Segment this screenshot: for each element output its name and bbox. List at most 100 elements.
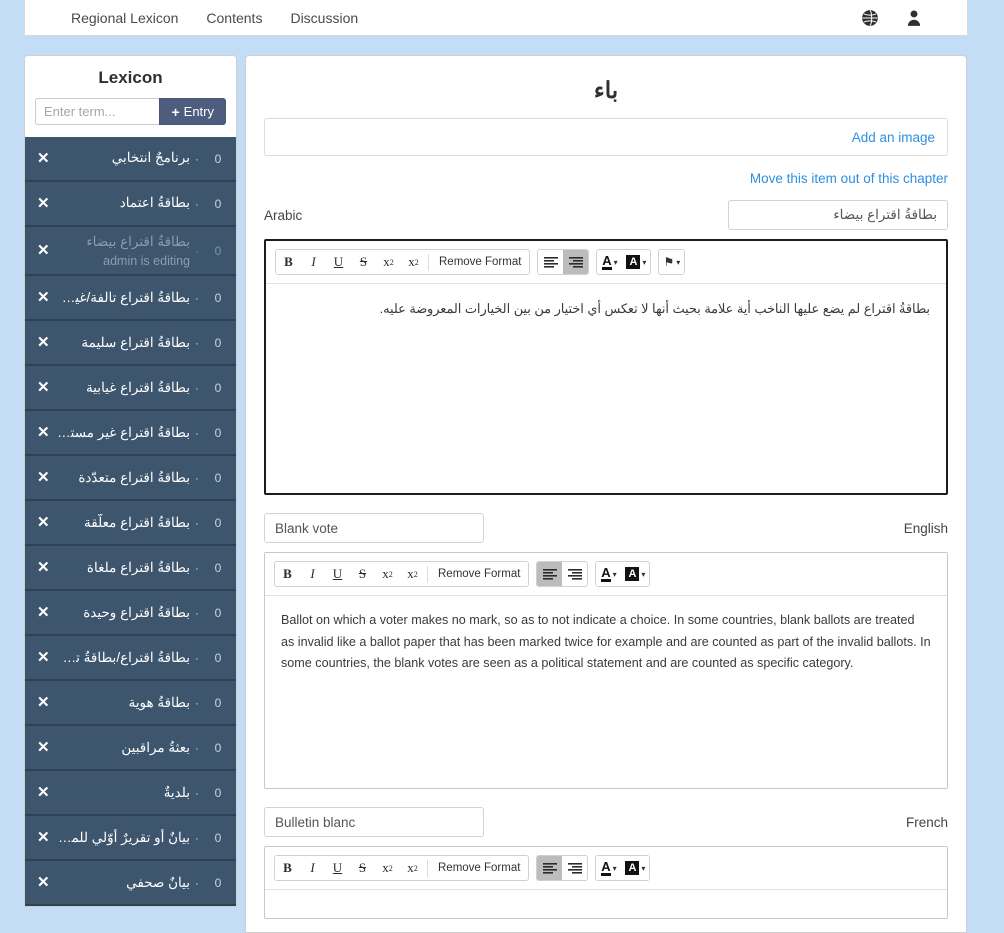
bold-button[interactable]: B bbox=[275, 562, 300, 586]
close-icon[interactable]: ✕ bbox=[37, 560, 51, 575]
add-image-link[interactable]: Add an image bbox=[852, 130, 935, 145]
align-left-button[interactable] bbox=[537, 562, 563, 586]
superscript-button[interactable]: x2 bbox=[400, 856, 425, 880]
list-item[interactable]: ✕ بطاقةُ اقتراع متعدّدة · 0 bbox=[25, 456, 236, 502]
italic-button[interactable]: I bbox=[301, 250, 326, 274]
list-item-label: بطاقةُ اعتماد bbox=[119, 195, 190, 211]
subscript-button[interactable]: x2 bbox=[375, 856, 400, 880]
background-color-letter: A bbox=[625, 567, 640, 581]
align-right-button[interactable] bbox=[563, 250, 589, 274]
list-item-count: 0 bbox=[214, 875, 222, 890]
background-color-button[interactable]: A ▾ bbox=[621, 856, 650, 880]
italic-button[interactable]: I bbox=[300, 562, 325, 586]
editor-content-area[interactable] bbox=[265, 890, 947, 918]
list-item[interactable]: ✕ بيانٌ أو تقريرٌ أوّلي للمرا... · 0 bbox=[25, 816, 236, 862]
list-item[interactable]: ✕ بطاقةُ اقتراع بيضاء admin is editing · 0 bbox=[25, 227, 236, 277]
move-item-link[interactable]: Move this item out of this chapter bbox=[750, 171, 948, 186]
list-item-body: برنامجٌ انتخابي bbox=[57, 149, 190, 167]
nav-item-regional-lexicon[interactable]: Regional Lexicon bbox=[57, 1, 192, 35]
bold-button[interactable]: B bbox=[275, 856, 300, 880]
align-left-button[interactable] bbox=[537, 856, 563, 880]
list-item[interactable]: ✕ بطاقةُ اقتراع ملغاة · 0 bbox=[25, 546, 236, 592]
close-icon[interactable]: ✕ bbox=[37, 695, 51, 710]
subscript-button[interactable]: x2 bbox=[376, 250, 401, 274]
text-color-button[interactable]: A ▾ bbox=[596, 856, 622, 880]
superscript-button[interactable]: x2 bbox=[400, 562, 425, 586]
close-icon[interactable]: ✕ bbox=[37, 605, 51, 620]
close-icon[interactable]: ✕ bbox=[37, 830, 51, 845]
strikethrough-button[interactable]: S bbox=[351, 250, 376, 274]
italic-button[interactable]: I bbox=[300, 856, 325, 880]
list-item[interactable]: ✕ بطاقةُ اقتراع/بطاقةُ تص ... · 0 bbox=[25, 636, 236, 682]
list-item[interactable]: ✕ بيانٌ صحفي · 0 bbox=[25, 861, 236, 907]
close-icon[interactable]: ✕ bbox=[37, 335, 51, 350]
search-input[interactable] bbox=[35, 98, 160, 125]
close-icon[interactable]: ✕ bbox=[37, 785, 51, 800]
remove-format-button[interactable]: Remove Format bbox=[430, 856, 529, 880]
close-icon[interactable]: ✕ bbox=[37, 290, 51, 305]
editor-content-area[interactable]: Ballot on which a voter makes no mark, s… bbox=[265, 596, 947, 788]
nav-item-discussion[interactable]: Discussion bbox=[276, 1, 372, 35]
separator-dot: · bbox=[195, 470, 199, 485]
list-item-label: بطاقةُ اقتراع معلّقة bbox=[84, 514, 190, 530]
list-item-label: بيانٌ صحفي bbox=[126, 874, 190, 890]
page-title: باء bbox=[593, 77, 619, 103]
list-item-label: بيانٌ أو تقريرٌ أوّلي للمرا... bbox=[57, 829, 190, 845]
list-item-body: بطاقةُ اقتراع/بطاقةُ تص ... bbox=[57, 649, 190, 667]
list-item[interactable]: ✕ بطاقةُ اقتراع سليمة · 0 bbox=[25, 321, 236, 367]
underline-button[interactable]: U bbox=[325, 562, 350, 586]
text-color-letter: A bbox=[602, 253, 612, 270]
list-item-count: 0 bbox=[214, 151, 222, 166]
term-title-input[interactable] bbox=[264, 807, 484, 837]
remove-format-button[interactable]: Remove Format bbox=[431, 250, 530, 274]
underline-button[interactable]: U bbox=[325, 856, 350, 880]
list-item[interactable]: ✕ بعثةُ مراقبين · 0 bbox=[25, 726, 236, 772]
close-icon[interactable]: ✕ bbox=[37, 243, 51, 258]
list-item-count: 0 bbox=[214, 605, 222, 620]
list-item[interactable]: ✕ بطاقةُ اعتماد · 0 bbox=[25, 182, 236, 227]
superscript-button[interactable]: x2 bbox=[401, 250, 426, 274]
align-left-button[interactable] bbox=[538, 250, 564, 274]
user-icon[interactable] bbox=[905, 9, 923, 27]
strikethrough-button[interactable]: S bbox=[350, 856, 375, 880]
background-color-button[interactable]: A ▾ bbox=[621, 562, 650, 586]
align-right-button[interactable] bbox=[562, 562, 588, 586]
nav-item-contents[interactable]: Contents bbox=[192, 1, 276, 35]
close-icon[interactable]: ✕ bbox=[37, 196, 51, 211]
list-item[interactable]: ✕ بطاقةُ اقتراع وحيدة · 0 bbox=[25, 591, 236, 637]
close-icon[interactable]: ✕ bbox=[37, 470, 51, 485]
flag-button[interactable]: ⚑ ▾ bbox=[659, 250, 685, 274]
close-icon[interactable]: ✕ bbox=[37, 151, 51, 166]
bold-button[interactable]: B bbox=[276, 250, 301, 274]
list-item-count: 0 bbox=[214, 785, 222, 800]
close-icon[interactable]: ✕ bbox=[37, 650, 51, 665]
list-item[interactable]: ✕ بطاقةُ هوية · 0 bbox=[25, 681, 236, 727]
close-icon[interactable]: ✕ bbox=[37, 740, 51, 755]
close-icon[interactable]: ✕ bbox=[37, 875, 51, 890]
background-color-button[interactable]: A ▾ bbox=[622, 250, 651, 274]
close-icon[interactable]: ✕ bbox=[37, 425, 51, 440]
list-item-label: بطاقةُ اقتراع متعدّدة bbox=[78, 469, 190, 485]
list-item[interactable]: ✕ بلديةٌ · 0 bbox=[25, 771, 236, 817]
underline-button[interactable]: U bbox=[326, 250, 351, 274]
add-entry-button[interactable]: + Entry bbox=[159, 98, 226, 125]
list-item[interactable]: ✕ بطاقةُ اقتراع غير مستع... · 0 bbox=[25, 411, 236, 457]
close-icon[interactable]: ✕ bbox=[37, 515, 51, 530]
text-color-button[interactable]: A ▾ bbox=[597, 250, 623, 274]
align-right-button[interactable] bbox=[562, 856, 588, 880]
list-item[interactable]: ✕ بطاقةُ اقتراع معلّقة · 0 bbox=[25, 501, 236, 547]
close-icon[interactable]: ✕ bbox=[37, 380, 51, 395]
editor-content-area[interactable]: بطاقةُ اقتراع لم يضع عليها الناخب أية عل… bbox=[266, 284, 946, 493]
term-title-input[interactable] bbox=[728, 200, 948, 230]
list-item[interactable]: ✕ بطاقةُ اقتراع غيابية · 0 bbox=[25, 366, 236, 412]
list-item[interactable]: ✕ بطاقةُ اقتراع تالفة/غير ... · 0 bbox=[25, 276, 236, 322]
subscript-button[interactable]: x2 bbox=[375, 562, 400, 586]
remove-format-button[interactable]: Remove Format bbox=[430, 562, 529, 586]
list-item[interactable]: ✕ برنامجٌ انتخابي · 0 bbox=[25, 137, 236, 182]
text-color-button[interactable]: A ▾ bbox=[596, 562, 622, 586]
term-title-input[interactable] bbox=[264, 513, 484, 543]
strikethrough-button[interactable]: S bbox=[350, 562, 375, 586]
list-item-body: بطاقةُ اقتراع غير مستع... bbox=[57, 424, 190, 442]
add-term-row: + Entry bbox=[35, 98, 226, 125]
globe-icon[interactable] bbox=[861, 9, 879, 27]
